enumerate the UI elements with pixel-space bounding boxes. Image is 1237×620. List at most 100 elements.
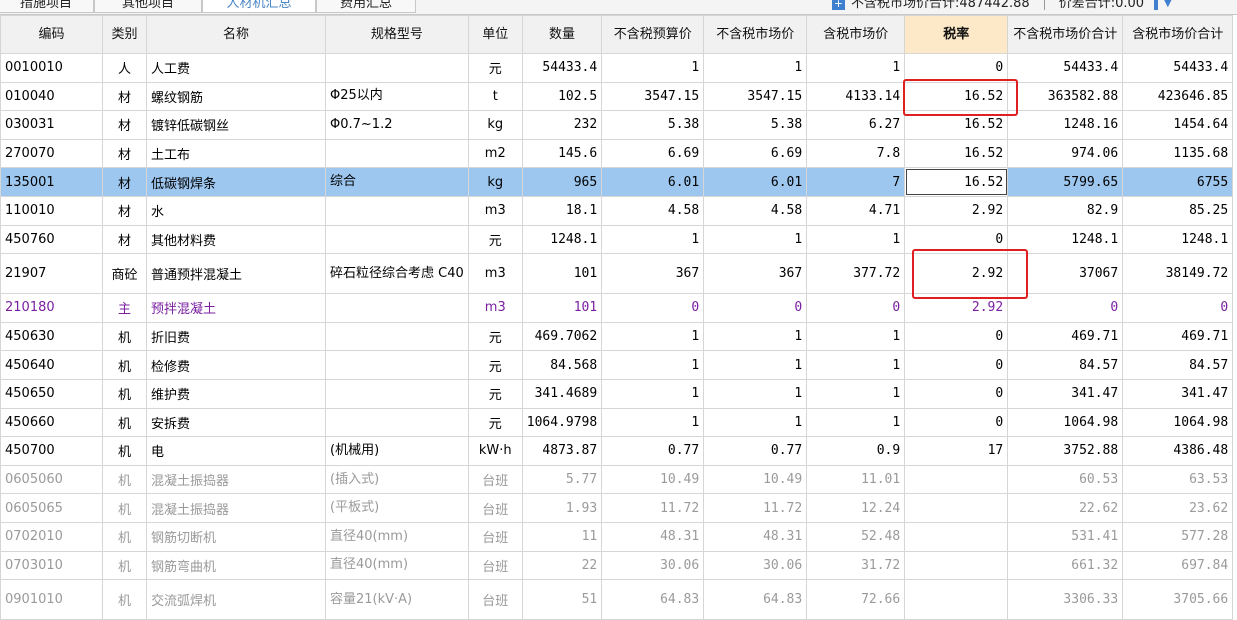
cell-market-price[interactable]: 4.58 bbox=[703, 195, 808, 226]
cell-unit[interactable]: m3 bbox=[467, 253, 523, 295]
cell-code[interactable]: 0605060 bbox=[0, 464, 103, 495]
cell-tax-rate[interactable]: 0 bbox=[904, 378, 1009, 409]
cell-category[interactable]: 机 bbox=[102, 550, 147, 581]
cell-unit[interactable]: 台班 bbox=[467, 521, 523, 552]
cell-market-total[interactable]: 60.53 bbox=[1007, 464, 1124, 495]
cell-market-total[interactable]: 5799.65 bbox=[1007, 167, 1124, 197]
cell-spec[interactable]: Φ25以内 bbox=[325, 81, 469, 112]
cell-code[interactable]: 450650 bbox=[0, 378, 103, 409]
cell-name[interactable]: 电 bbox=[146, 436, 326, 466]
cell-market-price[interactable]: 6.69 bbox=[703, 138, 808, 169]
cell-market-total[interactable]: 974.06 bbox=[1007, 138, 1124, 169]
cell-unit[interactable]: kg bbox=[467, 110, 523, 140]
cell-tax-rate[interactable]: 2.92 bbox=[904, 253, 1009, 295]
cell-spec[interactable]: (机械用) bbox=[325, 436, 469, 466]
table-row[interactable]: 0703010 机钢筋弯曲机 直径40(mm) 台班 22 30.06 30.06 31.72… bbox=[0, 550, 1234, 581]
cell-unit[interactable]: m3 bbox=[467, 293, 523, 323]
cell-quantity[interactable]: 469.7062 bbox=[521, 321, 603, 352]
col-header-spec[interactable]: 规格型号 bbox=[325, 15, 469, 54]
cell-budget-price[interactable]: 1 bbox=[601, 350, 705, 380]
cell-unit[interactable]: t bbox=[467, 81, 523, 112]
cell-market-total-tax[interactable]: 63.53 bbox=[1122, 464, 1234, 495]
cell-market-total[interactable]: 1248.16 bbox=[1007, 110, 1124, 140]
col-header-category[interactable]: 类别 bbox=[102, 15, 147, 54]
col-header-unit[interactable]: 单位 bbox=[467, 15, 523, 54]
cell-quantity[interactable]: 145.6 bbox=[521, 138, 603, 169]
cell-quantity[interactable]: 4873.87 bbox=[521, 436, 603, 466]
table-row[interactable]: 450630 机折旧费元 469.7062 1 1 1 0 469.71 469.71 bbox=[0, 321, 1234, 352]
cell-market-price[interactable]: 30.06 bbox=[703, 550, 808, 581]
cell-unit[interactable]: kW·h bbox=[467, 436, 523, 466]
cell-budget-price[interactable]: 6.01 bbox=[601, 167, 705, 197]
cell-budget-price[interactable]: 10.49 bbox=[601, 464, 705, 495]
cell-name[interactable]: 预拌混凝土 bbox=[146, 293, 326, 323]
cell-category[interactable]: 材 bbox=[102, 195, 147, 226]
cell-spec[interactable] bbox=[325, 224, 469, 255]
cell-budget-price[interactable]: 48.31 bbox=[601, 521, 705, 552]
cell-name[interactable]: 普通预拌混凝土 bbox=[146, 253, 326, 295]
cell-market-price-tax[interactable]: 52.48 bbox=[806, 521, 906, 552]
cell-market-total[interactable]: 363582.88 bbox=[1007, 81, 1124, 112]
cell-category[interactable]: 商砼 bbox=[102, 253, 147, 295]
cell-category[interactable]: 机 bbox=[102, 321, 147, 352]
cell-market-total-tax[interactable]: 1454.64 bbox=[1122, 110, 1234, 140]
col-header-code[interactable]: 编码 bbox=[0, 15, 103, 54]
cell-code[interactable]: 450630 bbox=[0, 321, 103, 352]
cell-name[interactable]: 维护费 bbox=[146, 378, 326, 409]
cell-market-total[interactable]: 3752.88 bbox=[1007, 436, 1124, 466]
cell-budget-price[interactable]: 30.06 bbox=[601, 550, 705, 581]
cell-market-price[interactable]: 367 bbox=[703, 253, 808, 295]
cell-market-price[interactable]: 10.49 bbox=[703, 464, 808, 495]
cell-quantity[interactable]: 101 bbox=[521, 293, 603, 323]
cell-market-price[interactable]: 1 bbox=[703, 321, 808, 352]
cell-category[interactable]: 材 bbox=[102, 110, 147, 140]
cell-market-price-tax[interactable]: 31.72 bbox=[806, 550, 906, 581]
cell-market-total-tax[interactable]: 23.62 bbox=[1122, 493, 1234, 523]
cell-market-price-tax[interactable]: 377.72 bbox=[806, 253, 906, 295]
table-row[interactable]: 450700 机电 (机械用) kW·h 4873.87 0.77 0.77 0.9 17 375… bbox=[0, 436, 1234, 466]
cell-budget-price[interactable]: 64.83 bbox=[601, 579, 705, 620]
col-header-market-total-tax[interactable]: 含税市场价合计 bbox=[1122, 15, 1234, 54]
cell-spec[interactable] bbox=[325, 407, 469, 438]
cell-category[interactable]: 机 bbox=[102, 464, 147, 495]
cell-tax-rate[interactable]: 0 bbox=[904, 350, 1009, 380]
cell-code[interactable]: 21907 bbox=[0, 253, 103, 295]
chevron-down-icon[interactable]: ▼ bbox=[1164, 0, 1172, 13]
cell-tax-rate[interactable] bbox=[904, 579, 1009, 620]
table-row[interactable]: 030031 材镀锌低碳钢丝 Φ0.7~1.2 kg 232 5.38 5.38 6.27 16… bbox=[0, 110, 1234, 140]
table-row[interactable]: 110010 材水 m3 18.1 4.58 4.58 4.71 2.92 82.9 85.25 bbox=[0, 195, 1234, 226]
cell-tax-rate[interactable]: 16.52 bbox=[904, 81, 1009, 112]
cell-code[interactable]: 450640 bbox=[0, 350, 103, 380]
col-header-quantity[interactable]: 数量 bbox=[521, 15, 603, 54]
cell-market-total-tax[interactable]: 85.25 bbox=[1122, 195, 1234, 226]
cell-market-total-tax[interactable]: 0 bbox=[1122, 293, 1234, 323]
cell-market-price-tax[interactable]: 1 bbox=[806, 378, 906, 409]
cell-market-total[interactable]: 1064.98 bbox=[1007, 407, 1124, 438]
cell-code[interactable]: 0702010 bbox=[0, 521, 103, 552]
cell-tax-rate[interactable]: 0 bbox=[904, 53, 1009, 83]
cell-market-price[interactable]: 1 bbox=[703, 53, 808, 83]
cell-market-price-tax[interactable]: 7 bbox=[806, 167, 906, 197]
cell-quantity[interactable]: 1064.9798 bbox=[521, 407, 603, 438]
cell-market-total[interactable]: 469.71 bbox=[1007, 321, 1124, 352]
table-row[interactable]: 0702010 机钢筋切断机 直径40(mm) 台班 11 48.31 48.31 52.48… bbox=[0, 521, 1234, 552]
cell-unit[interactable]: 台班 bbox=[467, 579, 523, 620]
cell-quantity[interactable]: 51 bbox=[521, 579, 603, 620]
cell-budget-price[interactable]: 1 bbox=[601, 321, 705, 352]
table-row[interactable]: 0010010 人人工费元 54433.4 1 1 1 0 54433.4 54433.4 bbox=[0, 53, 1234, 83]
cell-code[interactable]: 0605065 bbox=[0, 493, 103, 523]
cell-spec[interactable] bbox=[325, 350, 469, 380]
cell-budget-price[interactable]: 1 bbox=[601, 224, 705, 255]
cell-code[interactable]: 010040 bbox=[0, 81, 103, 112]
cell-spec[interactable]: (平板式) bbox=[325, 493, 469, 523]
cell-code[interactable]: 0901010 bbox=[0, 579, 103, 620]
col-header-budget-price[interactable]: 不含税预算价 bbox=[601, 15, 705, 54]
cell-quantity[interactable]: 965 bbox=[521, 167, 603, 197]
cell-unit[interactable]: 元 bbox=[467, 53, 523, 83]
cell-category[interactable]: 材 bbox=[102, 224, 147, 255]
col-header-market-price[interactable]: 不含税市场价 bbox=[703, 15, 808, 54]
cell-tax-rate[interactable]: 16.52 bbox=[904, 167, 1009, 197]
cell-category[interactable]: 材 bbox=[102, 167, 147, 197]
cell-quantity[interactable]: 11 bbox=[521, 521, 603, 552]
cell-category[interactable]: 主 bbox=[102, 293, 147, 323]
